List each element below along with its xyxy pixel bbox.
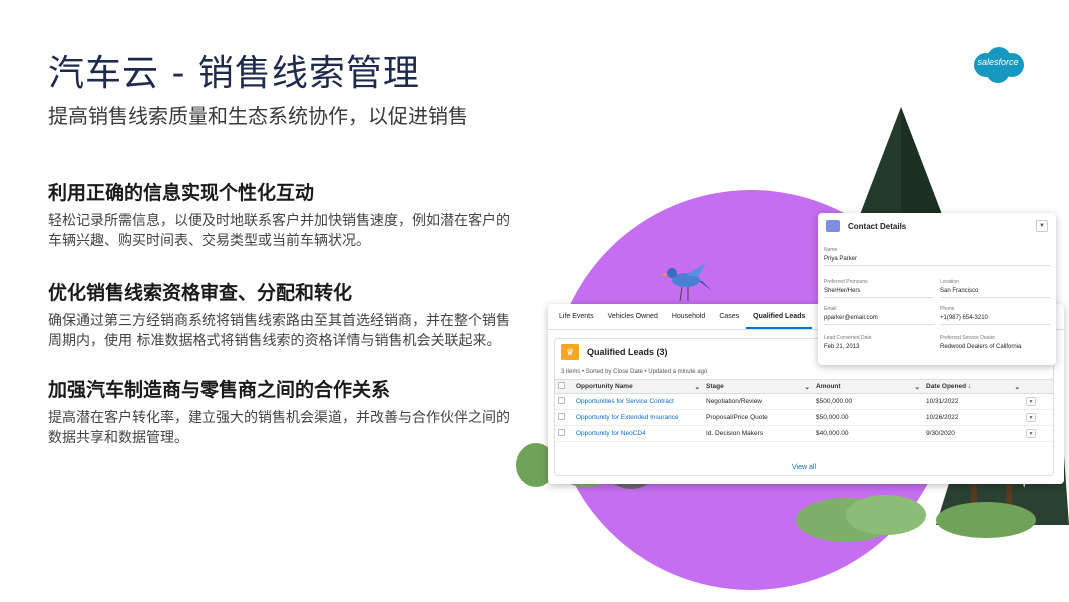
section-body: 轻松记录所需信息，以便及时地联系客户并加快销售速度，例如潜在客户的车辆兴趣、购买… — [48, 213, 510, 249]
col-date-opened[interactable]: Date Opened ↓ ⌄ — [923, 379, 1023, 394]
table-row: Opportunity for NeoCD4 Id. Decision Make… — [555, 425, 1053, 442]
field-value: Priya Parker — [824, 256, 1050, 266]
row-menu-icon[interactable]: ▼ — [1026, 413, 1036, 422]
field-label: Location — [940, 279, 959, 285]
stage-cell: Negotiation/Review — [703, 393, 813, 410]
field-label: Phone — [940, 306, 955, 312]
contact-title: Contact Details — [848, 221, 907, 231]
field-value: San Francisco — [940, 288, 1050, 298]
crown-icon: ♛ — [561, 344, 579, 360]
date-cell: 9/30/2020 — [923, 425, 1023, 442]
contact-converted-field: Lead Converted Date Feb 21, 2013 — [824, 335, 934, 353]
col-stage[interactable]: Stage ⌄ — [703, 379, 813, 394]
contact-email-field: Email pparker@email.com — [824, 306, 934, 325]
col-opportunity-name[interactable]: Opportunity Name ⌄ — [573, 379, 703, 394]
field-value: Redwood Dealers of California — [940, 344, 1022, 350]
amount-cell: $40,000.00 — [813, 425, 923, 442]
section-heading: 利用正确的信息实现个性化互动 — [48, 182, 315, 204]
row-checkbox[interactable] — [558, 413, 565, 420]
section-body: 确保通过第三方经销商系统将销售线索路由至其首选经销商，并在整个销售周期内，使用 … — [48, 313, 510, 349]
opportunity-link[interactable]: Opportunities for Service Contract — [573, 393, 703, 410]
field-label: Lead Converted Date — [824, 335, 872, 341]
row-menu-icon[interactable]: ▼ — [1026, 429, 1036, 438]
field-value: Feb 21, 2013 — [824, 344, 860, 350]
slide-subtitle: 提高销售线索质量和生态系统协作，以促进销售 — [48, 104, 468, 128]
table-row: Opportunity for Extended Insurance Propo… — [555, 409, 1053, 426]
slide: 汽车云 - 销售线索管理 提高销售线索质量和生态系统协作，以促进销售 sales… — [0, 0, 1069, 602]
leads-meta: 3 items • Sorted by Close Date • Updated… — [561, 369, 708, 375]
field-label: Preferred Pronouns — [824, 279, 868, 285]
table-header-row: Opportunity Name ⌄ Stage ⌄ Amount ⌄ Date… — [555, 379, 1053, 394]
chevron-down-icon[interactable]: ▼ — [1036, 220, 1048, 232]
contact-location-field: Location San Francisco — [940, 279, 1050, 298]
table-row: Opportunities for Service Contract Negot… — [555, 393, 1053, 410]
checkbox[interactable] — [558, 382, 565, 389]
logo-text: salesforce — [977, 57, 1019, 67]
bush-icon — [846, 495, 926, 535]
tab-vehicles-owned[interactable]: Vehicles Owned — [601, 304, 665, 329]
field-value: She/Her/Hers — [824, 288, 934, 298]
tab-household[interactable]: Household — [665, 304, 712, 329]
section-personalized: 利用正确的信息实现个性化互动 轻松记录所需信息，以便及时地联系客户并加快销售速度… — [48, 178, 518, 251]
leads-card-title: Qualified Leads (3) — [587, 347, 668, 357]
tab-cases[interactable]: Cases — [712, 304, 746, 329]
tab-qualified-leads[interactable]: Qualified Leads — [746, 304, 813, 329]
slide-title: 汽车云 - 销售线索管理 — [48, 53, 420, 94]
date-cell: 10/26/2022 — [923, 409, 1023, 426]
contact-pronouns-field: Preferred Pronouns She/Her/Hers — [824, 279, 934, 298]
stage-cell: Id. Decision Makers — [703, 425, 813, 442]
amount-cell: $50,000.00 — [813, 409, 923, 426]
contact-header: Contact Details ▼ — [818, 213, 1056, 239]
stage-cell: Proposal/Price Quote — [703, 409, 813, 426]
contact-dealer-field: Preferred Service Dealer Redwood Dealers… — [940, 335, 1050, 353]
opportunity-link[interactable]: Opportunity for NeoCD4 — [573, 425, 703, 442]
contact-icon — [826, 220, 840, 232]
select-all-header — [555, 379, 573, 394]
contact-phone-field: Phone +1(987) 654-3210 — [940, 306, 1050, 325]
col-amount[interactable]: Amount ⌄ — [813, 379, 923, 394]
section-heading: 优化销售线索资格审查、分配和转化 — [48, 282, 353, 304]
row-menu-icon[interactable]: ▼ — [1026, 397, 1036, 406]
field-value: pparker@email.com — [824, 315, 934, 325]
field-label: Preferred Service Dealer — [940, 335, 996, 341]
amount-cell: $500,000.00 — [813, 393, 923, 410]
actions-header — [1023, 379, 1053, 394]
section-qualification: 优化销售线索资格审查、分配和转化 确保通过第三方经销商系统将销售线索路由至其首选… — [48, 278, 518, 351]
leads-table: Opportunity Name ⌄ Stage ⌄ Amount ⌄ Date… — [555, 379, 1053, 442]
tab-life-events[interactable]: Life Events — [552, 304, 601, 329]
opportunity-link[interactable]: Opportunity for Extended Insurance — [573, 409, 703, 426]
date-cell: 10/31/2022 — [923, 393, 1023, 410]
section-body: 提高潜在客户转化率，建立强大的销售机会渠道，并改善与合作伙伴之间的数据共享和数据… — [48, 410, 510, 446]
row-checkbox[interactable] — [558, 397, 565, 404]
contact-name-field: Name Priya Parker — [824, 247, 1050, 266]
view-all-link[interactable]: View all — [555, 464, 1053, 471]
contact-details-card: Contact Details ▼ Name Priya Parker Pref… — [818, 213, 1056, 365]
bush-icon — [936, 502, 1036, 538]
section-heading: 加强汽车制造商与零售商之间的合作关系 — [48, 379, 391, 401]
field-label: Name — [824, 247, 838, 253]
section-partnership: 加强汽车制造商与零售商之间的合作关系 提高潜在客户转化率，建立强大的销售机会渠道… — [48, 375, 518, 448]
salesforce-logo: salesforce — [968, 45, 1028, 85]
field-label: Email — [824, 306, 837, 312]
field-value: +1(987) 654-3210 — [940, 315, 1050, 325]
row-checkbox[interactable] — [558, 429, 565, 436]
